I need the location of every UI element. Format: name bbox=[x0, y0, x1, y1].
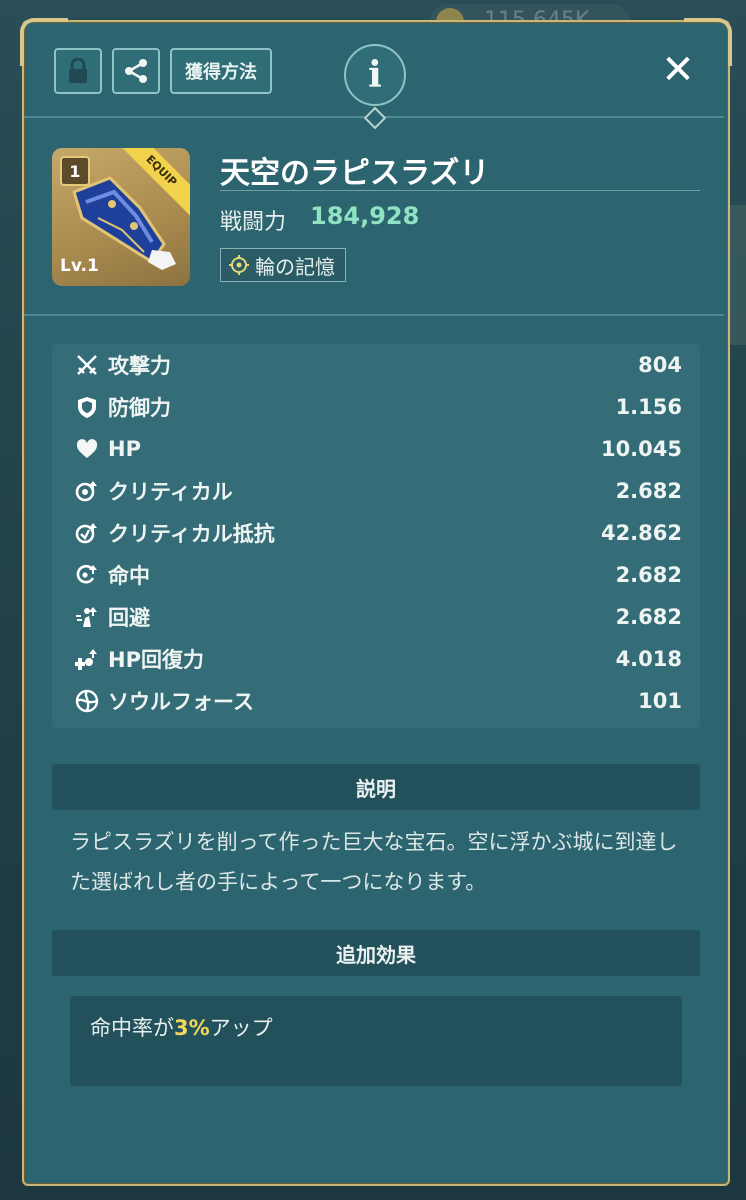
stat-row-soul-force: ソウルフォース 101 bbox=[52, 680, 700, 722]
share-icon bbox=[125, 59, 147, 83]
stat-name: クリティカル bbox=[108, 480, 233, 504]
critical-icon bbox=[70, 479, 104, 503]
stat-value: 1.156 bbox=[615, 395, 682, 419]
stats-list: 攻撃力 804 防御力 1.156 HP 10.045 クリティカル 2.682 bbox=[52, 344, 700, 728]
stat-row-hp-recovery: HP回復力 4.018 bbox=[52, 638, 700, 680]
stat-row-evasion: 回避 2.682 bbox=[52, 596, 700, 638]
stat-value: 42.862 bbox=[600, 521, 682, 545]
stat-value: 2.682 bbox=[615, 479, 682, 503]
effect-text-after: アップ bbox=[209, 1016, 273, 1040]
evasion-icon bbox=[70, 605, 104, 629]
name-underline bbox=[220, 190, 700, 191]
info-icon: i bbox=[368, 54, 382, 96]
stat-name: 防御力 bbox=[108, 396, 171, 420]
stat-value: 101 bbox=[638, 689, 682, 713]
stat-row-hp: HP 10.045 bbox=[52, 428, 700, 470]
item-icon-card: 1 EQUIP Lv.1 bbox=[52, 148, 190, 286]
heart-icon bbox=[70, 437, 104, 461]
item-badge: 1 bbox=[60, 156, 90, 186]
combat-power-label: 戦闘力 bbox=[220, 210, 287, 235]
stat-name: 攻撃力 bbox=[108, 354, 171, 378]
extra-effect-header: 追加効果 bbox=[52, 930, 700, 976]
stat-row-critical: クリティカル 2.682 bbox=[52, 470, 700, 512]
stat-name: 命中 bbox=[108, 564, 150, 588]
section-divider bbox=[24, 314, 724, 316]
info-button[interactable]: i bbox=[344, 44, 406, 106]
close-icon: ✕ bbox=[661, 47, 695, 93]
share-button[interactable] bbox=[112, 48, 160, 94]
stat-name: HP回復力 bbox=[108, 648, 204, 672]
effect-highlight: 3% bbox=[174, 1016, 210, 1040]
stat-value: 4.018 bbox=[615, 647, 682, 671]
shield-icon bbox=[70, 395, 104, 419]
stat-name: 回避 bbox=[108, 606, 150, 630]
stat-value: 10.045 bbox=[600, 437, 682, 461]
critical-resist-icon bbox=[70, 521, 104, 545]
combat-power-value: 184,928 bbox=[310, 202, 420, 230]
description-text: ラピスラズリを削って作った巨大な宝石。空に浮かぶ城に到達した選ばれし者の手によっ… bbox=[70, 830, 678, 894]
lock-button[interactable] bbox=[54, 48, 102, 94]
stat-value: 2.682 bbox=[615, 563, 682, 587]
description-header: 説明 bbox=[52, 764, 700, 810]
stat-name: ソウルフォース bbox=[108, 690, 254, 714]
stat-row-accuracy: 命中 2.682 bbox=[52, 554, 700, 596]
stat-row-attack: 攻撃力 804 bbox=[52, 344, 700, 386]
stat-row-critical-resist: クリティカル抵抗 42.862 bbox=[52, 512, 700, 554]
soul-force-icon bbox=[70, 689, 104, 713]
hp-recovery-icon bbox=[70, 647, 104, 671]
stat-value: 2.682 bbox=[615, 605, 682, 629]
stat-value: 804 bbox=[638, 353, 682, 377]
memory-tag: 輪の記憶 bbox=[220, 248, 346, 282]
memory-icon bbox=[229, 255, 249, 275]
effect-text-before: 命中率が bbox=[90, 1016, 174, 1040]
divider-ornament bbox=[363, 106, 387, 130]
extra-effect-text: 命中率が3%アップ bbox=[90, 1012, 273, 1042]
memory-tag-label: 輪の記憶 bbox=[255, 254, 335, 279]
stat-name: クリティカル抵抗 bbox=[108, 522, 275, 546]
item-detail-panel: 獲得方法 i ✕ 1 EQUIP Lv.1 天空のラピスラズリ 戦闘力 184,… bbox=[20, 18, 732, 1186]
crossed-swords-icon bbox=[70, 353, 104, 377]
extra-effect-box: 命中率が3%アップ bbox=[70, 996, 682, 1086]
item-name: 天空のラピスラズリ bbox=[220, 156, 490, 191]
item-level: Lv.1 bbox=[60, 256, 99, 276]
stat-row-defense: 防御力 1.156 bbox=[52, 386, 700, 428]
accuracy-icon bbox=[70, 563, 104, 587]
stat-name: HP bbox=[108, 437, 141, 461]
lock-icon bbox=[69, 58, 87, 83]
close-button[interactable]: ✕ bbox=[658, 47, 698, 93]
acquire-method-button[interactable]: 獲得方法 bbox=[170, 48, 272, 94]
